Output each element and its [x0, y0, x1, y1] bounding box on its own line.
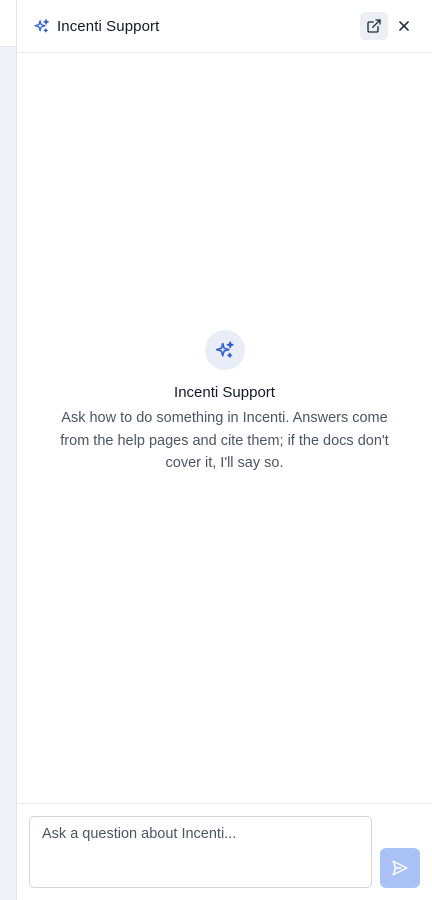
close-icon: [397, 19, 411, 33]
sparkles-icon: [214, 340, 235, 361]
empty-state: Incenti Support Ask how to do something …: [17, 330, 432, 475]
support-chat-panel: Incenti Support Incenti Support Ask how …: [16, 0, 432, 900]
question-input[interactable]: [29, 816, 372, 888]
sparkles-icon: [32, 17, 50, 35]
app-backdrop: [0, 0, 16, 900]
chat-body: Incenti Support Ask how to do something …: [17, 53, 432, 803]
app-header-strip: [0, 0, 16, 47]
chat-composer: [17, 803, 432, 900]
external-link-icon: [366, 18, 382, 34]
send-button[interactable]: [380, 848, 420, 888]
empty-state-icon-badge: [204, 330, 245, 370]
close-button[interactable]: [390, 12, 418, 40]
empty-state-description: Ask how to do something in Incenti. Answ…: [60, 410, 389, 471]
open-in-new-window-button[interactable]: [360, 12, 388, 40]
chat-header: Incenti Support: [17, 0, 432, 53]
empty-state-title: Incenti Support: [174, 384, 275, 401]
send-icon: [391, 859, 409, 877]
chat-title: Incenti Support: [57, 17, 160, 35]
